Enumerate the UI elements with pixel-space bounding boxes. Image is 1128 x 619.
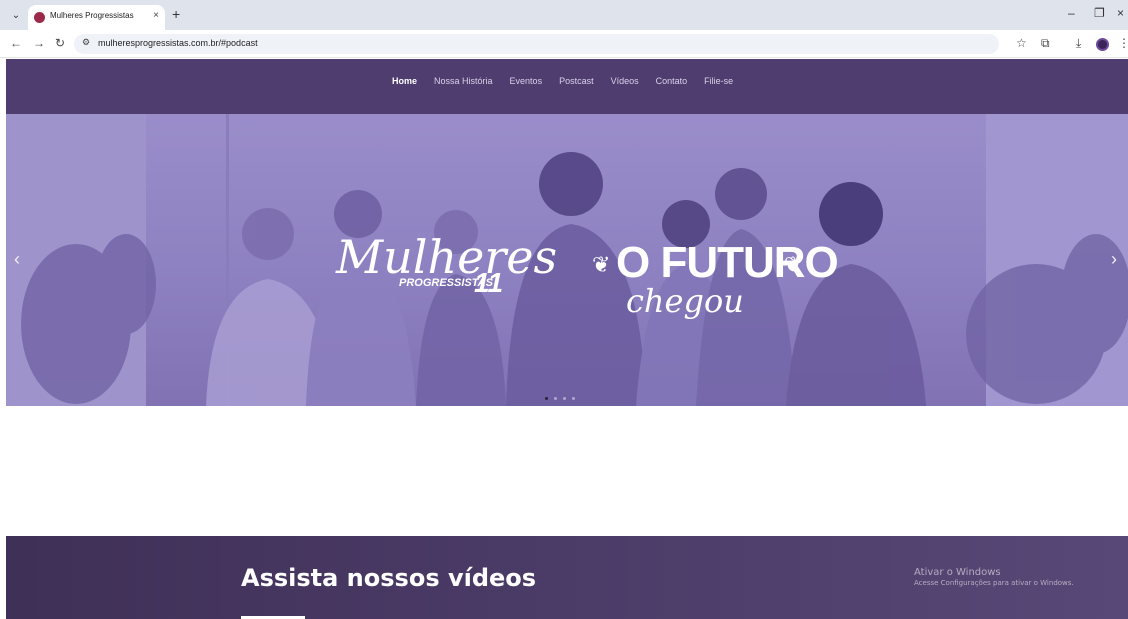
watermark-line-1: Ativar o Windows — [914, 567, 1001, 578]
bookmark-star-icon[interactable]: ☆ — [1016, 36, 1027, 50]
tab-close-icon[interactable]: × — [153, 10, 159, 21]
carousel-dot[interactable] — [572, 397, 575, 400]
menu-item-contato[interactable]: Contato — [656, 76, 688, 86]
menu-item-home[interactable]: Home — [392, 76, 417, 86]
flourish-left-icon: ❦ — [592, 252, 611, 277]
extensions-icon[interactable]: ⧉ — [1041, 36, 1050, 51]
site-favicon-icon — [34, 12, 45, 23]
carousel-indicators — [545, 397, 575, 400]
tab-title: Mulheres Progressistas — [50, 11, 134, 20]
browser-tab-strip: ⌄ Mulheres Progressistas × + – ❐ × — [0, 0, 1128, 30]
carousel-dot[interactable] — [554, 397, 557, 400]
hero-logo-script: Mulheres — [336, 230, 558, 284]
browser-tab[interactable]: Mulheres Progressistas × — [28, 5, 165, 30]
main-menu: Home Nossa História Eventos Postcast Víd… — [392, 76, 733, 86]
menu-item-filie-se[interactable]: Filie-se — [704, 76, 733, 86]
hero-logo-number: 11 — [474, 267, 504, 298]
maximize-icon[interactable]: ❐ — [1094, 6, 1105, 20]
watermark-line-2: Acesse Configurações para ativar o Windo… — [914, 579, 1074, 587]
back-icon[interactable]: ← — [10, 36, 22, 50]
carousel-dot[interactable] — [563, 397, 566, 400]
browser-toolbar: ← → ↻ ⚙ mulheresprogressistas.com.br/#po… — [0, 30, 1128, 58]
new-tab-button[interactable]: + — [172, 6, 180, 22]
tab-search-icon[interactable]: ⌄ — [8, 8, 24, 24]
reload-icon[interactable]: ↻ — [55, 36, 65, 50]
browser-menu-icon[interactable]: ⋮ — [1118, 36, 1128, 50]
close-window-icon[interactable]: × — [1117, 6, 1124, 20]
forward-icon[interactable]: → — [33, 36, 45, 50]
carousel-next-arrow-icon[interactable]: › — [1111, 249, 1117, 270]
flourish-right-icon: ❦ — [784, 252, 803, 277]
site-info-icon[interactable]: ⚙ — [82, 37, 90, 48]
hero-background-image — [6, 114, 1128, 406]
menu-item-eventos[interactable]: Eventos — [510, 76, 543, 86]
address-bar[interactable]: ⚙ mulheresprogressistas.com.br/#podcast — [74, 34, 999, 54]
minimize-icon[interactable]: – — [1068, 6, 1075, 20]
url-text[interactable]: mulheresprogressistas.com.br/#podcast — [98, 38, 258, 48]
carousel-prev-arrow-icon[interactable]: ‹ — [14, 249, 20, 270]
profile-avatar[interactable] — [1096, 38, 1109, 51]
windows-activation-watermark: Ativar o Windows Acesse Configurações pa… — [914, 567, 1074, 587]
carousel-dot[interactable] — [545, 397, 548, 400]
menu-item-postcast[interactable]: Postcast — [559, 76, 594, 86]
menu-item-nossa-historia[interactable]: Nossa História — [434, 76, 493, 86]
menu-item-videos[interactable]: Vídeos — [611, 76, 639, 86]
hero-headline: O FUTURO — [616, 238, 839, 287]
downloads-icon[interactable]: ⤓ — [1076, 36, 1081, 51]
web-page: Home Nossa História Eventos Postcast Víd… — [6, 59, 1128, 619]
hero-carousel: ‹ › Mulheres PROGRESSISTAS 11 ❦ O FUTURO… — [6, 114, 1128, 406]
hero-headline-script: chegou — [626, 282, 744, 320]
videos-section: Assista nossos vídeos Ativar o Windows A… — [6, 536, 1128, 619]
videos-section-title: Assista nossos vídeos — [241, 564, 537, 592]
site-header: Home Nossa História Eventos Postcast Víd… — [6, 59, 1128, 114]
